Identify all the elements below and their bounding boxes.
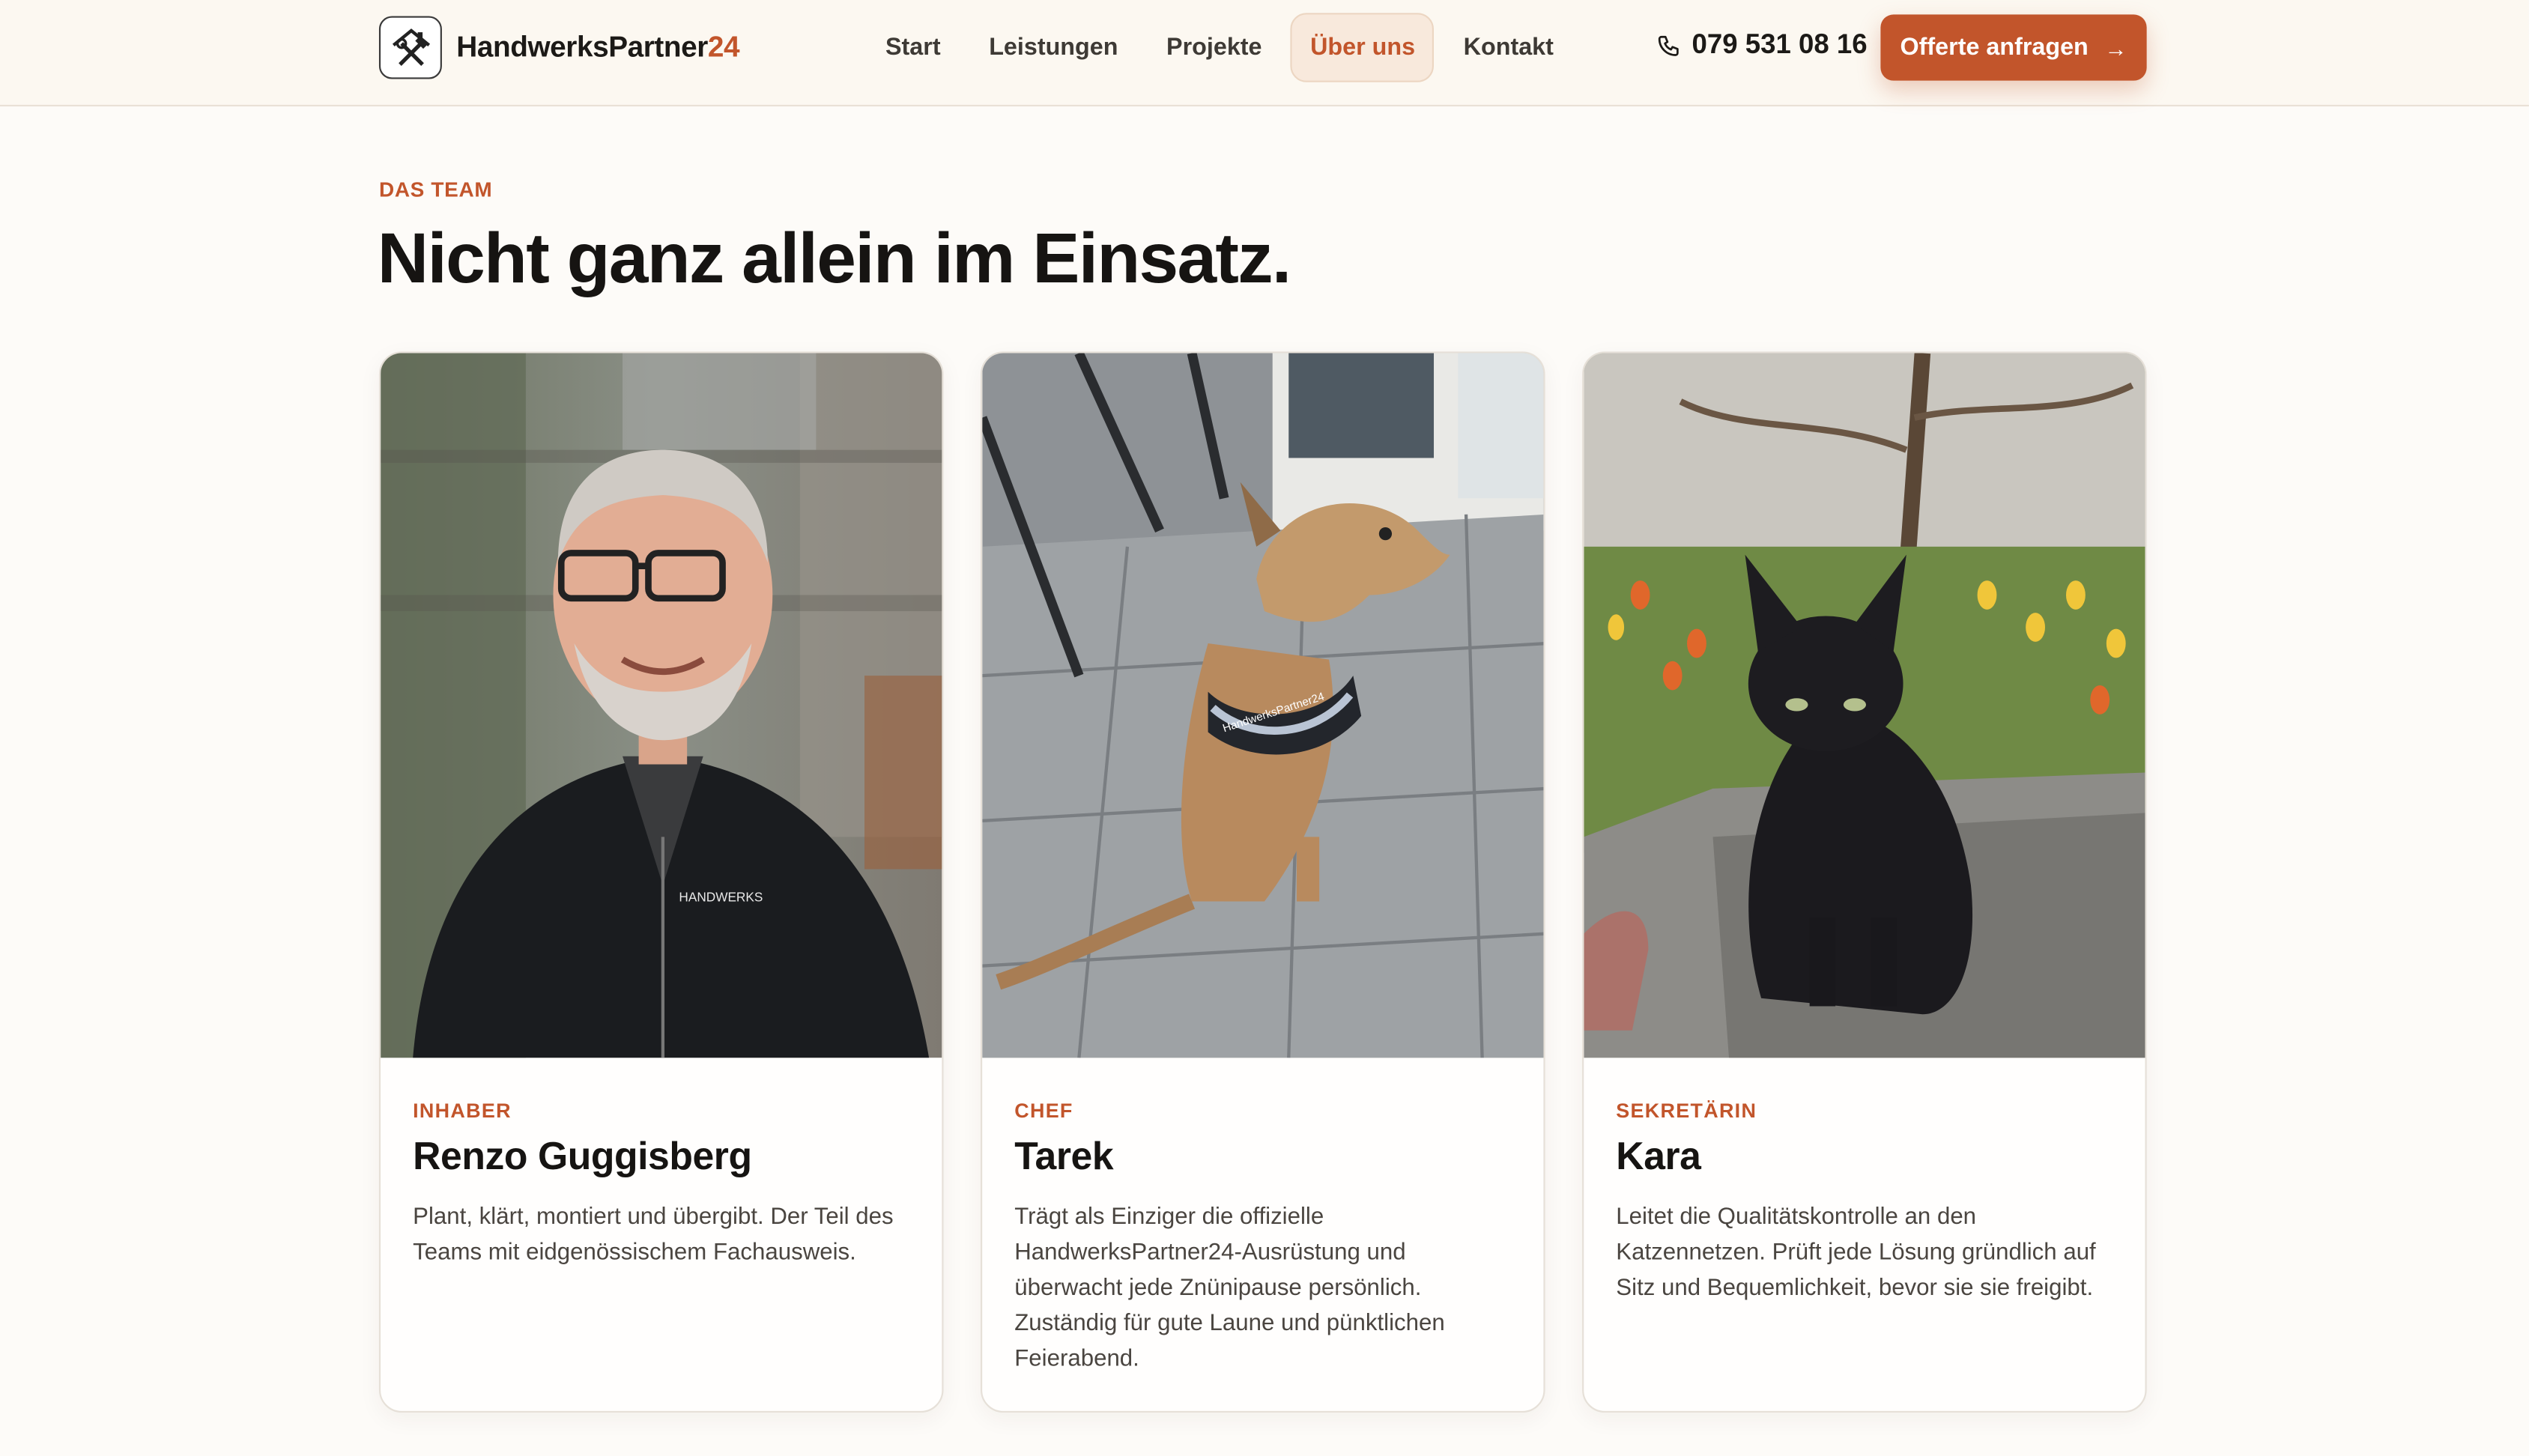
brand-name-text: HandwerksPartner	[456, 30, 708, 63]
nav-item-ueber-uns[interactable]: Über uns	[1291, 13, 1435, 82]
section-eyebrow: DAS TEAM	[378, 177, 493, 202]
section-title: Nicht ganz allein im Einsatz.	[377, 219, 1291, 299]
team-description: Plant, klärt, montiert und übergibt. Der…	[413, 1204, 894, 1267]
team-name: Tarek	[1014, 1135, 1114, 1179]
brand-logo[interactable]: HandwerksPartner24	[378, 16, 740, 79]
team-role: SEKRETÄRIN	[1616, 1099, 1757, 1123]
svg-text:HANDWERKS: HANDWERKS	[679, 890, 763, 905]
site-header: HandwerksPartner24 Start Leistungen Proj…	[0, 0, 2529, 107]
nav-item-kontakt[interactable]: Kontakt	[1439, 13, 1578, 82]
team-photo-secretary	[1584, 353, 2145, 1058]
arrow-right-icon: →	[2104, 34, 2127, 61]
team-role: CHEF	[1014, 1099, 1073, 1123]
offer-request-button[interactable]: Offerte anfragen →	[1880, 14, 2147, 81]
team-photo-chef: HandwerksPartner24	[982, 353, 1544, 1058]
page: HandwerksPartner24 Start Leistungen Proj…	[0, 0, 2529, 1456]
team-name: Kara	[1616, 1135, 1701, 1179]
team-card-owner: HANDWERKS INHABER Renzo Guggisberg Plant…	[378, 351, 944, 1413]
team-role: INHABER	[413, 1099, 512, 1123]
team-photo-owner: HANDWERKS	[381, 353, 942, 1058]
brand-name: HandwerksPartner24	[456, 31, 739, 64]
nav-item-leistungen[interactable]: Leistungen	[965, 13, 1142, 82]
team-card-secretary: SEKRETÄRIN Kara Leitet die Qualitätskont…	[1582, 351, 2147, 1413]
brand-name-number: 24	[707, 30, 740, 63]
team-name: Renzo Guggisberg	[413, 1135, 752, 1179]
team-card-chef: HandwerksPartner24 CHEF Tarek Trägt als …	[981, 351, 1545, 1413]
nav-item-projekte[interactable]: Projekte	[1142, 13, 1286, 82]
tools-logo-icon	[378, 16, 442, 79]
phone-icon	[1658, 34, 1679, 55]
main-nav: Start Leistungen Projekte Über uns Konta…	[861, 13, 1578, 82]
nav-item-start[interactable]: Start	[861, 13, 965, 82]
team-description: Trägt als Einziger die offizielle Handwe…	[1014, 1204, 1445, 1373]
offer-request-label: Offerte anfragen	[1900, 34, 2089, 61]
team-description: Leitet die Qualitätskontrolle an den Kat…	[1616, 1204, 2096, 1302]
phone-number: 079 531 08 16	[1691, 28, 1868, 60]
phone-link[interactable]: 079 531 08 16	[1656, 28, 1868, 61]
